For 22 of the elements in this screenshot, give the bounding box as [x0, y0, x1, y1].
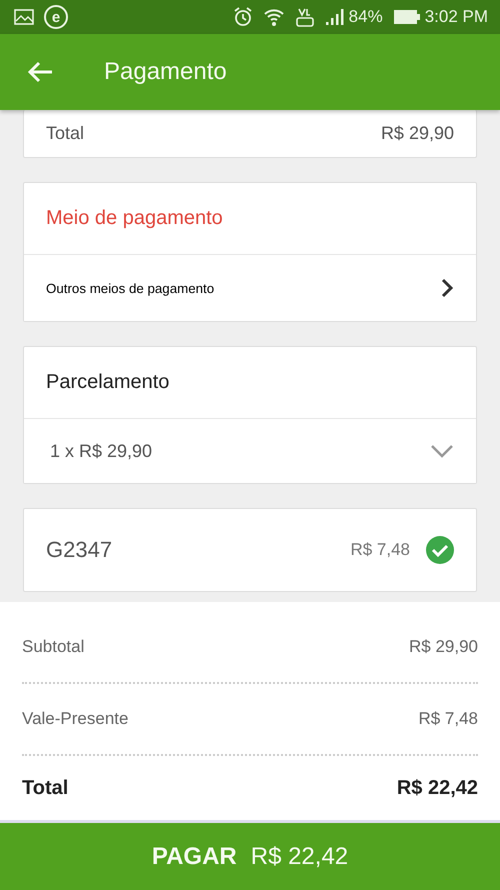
app-badge: e — [44, 5, 68, 29]
summary-label: Subtotal — [22, 637, 84, 657]
summary-label: Total — [22, 776, 68, 800]
battery-icon — [392, 9, 421, 25]
chevron-down-icon — [430, 444, 454, 458]
total-value: R$ 29,90 — [380, 123, 454, 144]
summary-value: R$ 29,90 — [409, 637, 478, 657]
clock-time: 3:02 PM — [424, 7, 488, 27]
summary-value: R$ 22,42 — [396, 776, 478, 800]
total-label: Total — [46, 123, 84, 144]
screen-title: Pagamento — [104, 58, 227, 86]
summary-value: R$ 7,48 — [418, 709, 478, 729]
wifi-icon — [262, 7, 285, 27]
voucher-amount: R$ 7,48 — [350, 540, 410, 560]
summary-label: Vale-Presente — [22, 709, 128, 729]
signal-icon — [324, 8, 345, 26]
chevron-right-icon — [440, 277, 454, 299]
voucher-code: G2347 — [46, 537, 114, 563]
alarm-icon — [232, 6, 253, 28]
battery-percent: 84% — [348, 7, 383, 27]
picture-icon — [14, 9, 34, 25]
volte-icon — [294, 6, 315, 28]
